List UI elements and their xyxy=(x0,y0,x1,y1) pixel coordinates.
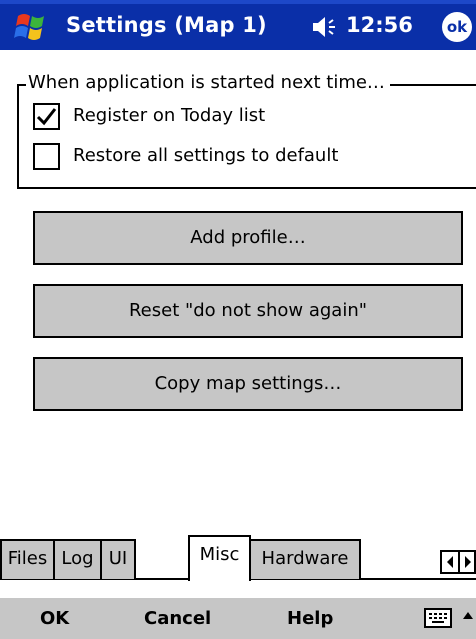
keyboard-icon[interactable] xyxy=(424,607,454,629)
speaker-icon[interactable] xyxy=(311,16,341,38)
add-profile-button[interactable]: Add profile… xyxy=(33,211,463,265)
copy-map-settings-button[interactable]: Copy map settings… xyxy=(33,357,463,411)
startup-options-group xyxy=(17,84,476,189)
menu-bar: OK Cancel Help xyxy=(0,598,476,639)
arrow-up-icon[interactable] xyxy=(462,610,474,620)
register-today-checkbox[interactable] xyxy=(33,103,60,130)
title-bar: Settings (Map 1) 12:56 ok xyxy=(0,0,476,50)
register-today-label: Register on Today list xyxy=(73,105,266,126)
tab-scroll-buttons xyxy=(440,550,476,574)
ok-softkey[interactable]: OK xyxy=(40,608,69,629)
checkmark-icon xyxy=(36,108,57,126)
help-softkey[interactable]: Help xyxy=(287,608,333,629)
clock[interactable]: 12:56 xyxy=(346,13,413,37)
cancel-softkey[interactable]: Cancel xyxy=(144,608,211,629)
restore-defaults-checkbox[interactable] xyxy=(33,143,60,170)
group-legend: When application is started next time… xyxy=(26,72,390,93)
restore-defaults-label: Restore all settings to default xyxy=(73,145,339,166)
arrow-left-icon[interactable] xyxy=(442,552,458,572)
tab-misc[interactable]: Misc xyxy=(188,535,251,581)
tab-log[interactable]: Log xyxy=(53,539,102,579)
tab-files[interactable]: Files xyxy=(0,539,55,579)
window-title: Settings (Map 1) xyxy=(66,13,267,37)
reset-do-not-show-again-button[interactable]: Reset "do not show again" xyxy=(33,284,463,338)
top-strip xyxy=(0,0,476,4)
tab-hardware[interactable]: Hardware xyxy=(249,539,361,579)
windows-flag-icon[interactable] xyxy=(12,11,52,43)
tab-ui[interactable]: UI xyxy=(100,539,136,579)
ok-close-button[interactable]: ok xyxy=(442,12,472,42)
arrow-right-icon[interactable] xyxy=(460,552,476,572)
